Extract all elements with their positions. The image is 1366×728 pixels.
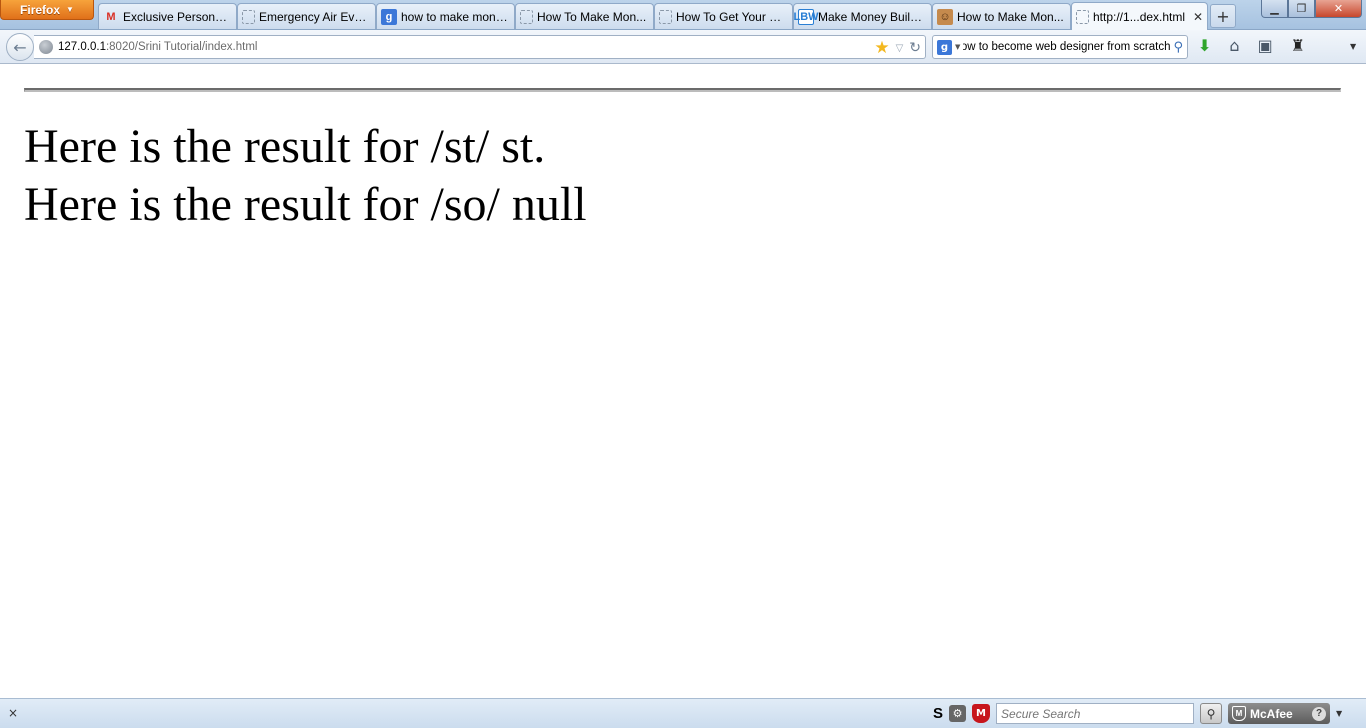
- toolbar-buttons: ⬇ ⌂ ▣ ♜: [1198, 37, 1305, 55]
- gmail-icon: M: [106, 10, 116, 23]
- tab-8-active[interactable]: http://1...dex.html ✕: [1071, 2, 1208, 30]
- chevron-down-icon[interactable]: ▼: [1336, 709, 1342, 718]
- help-icon[interactable]: ?: [1312, 706, 1327, 721]
- reload-icon[interactable]: ↻: [909, 40, 921, 56]
- navigation-toolbar: ← 127.0.0.1:8020/Srini Tutorial/index.ht…: [0, 30, 1366, 64]
- new-tab-button[interactable]: +: [1210, 4, 1236, 28]
- google-icon: g: [381, 8, 397, 25]
- url-path: :8020/Srini Tutorial/index.html: [105, 41, 258, 53]
- firefox-menu-button[interactable]: Firefox ▼: [0, 0, 94, 20]
- mcafee-shield-icon[interactable]: M: [972, 704, 991, 723]
- bookmark-star-icon[interactable]: ★: [874, 38, 889, 58]
- url-host: 127.0.0.1: [58, 41, 106, 53]
- blank-page-icon: [520, 9, 533, 24]
- url-bar-icons: ★ ▽ ↻: [874, 38, 921, 58]
- secure-search-input[interactable]: [996, 703, 1195, 724]
- download-icon[interactable]: ⬇: [1198, 37, 1211, 55]
- chevron-down-icon[interactable]: ▼: [1350, 42, 1356, 51]
- horizontal-rule: [24, 88, 1341, 92]
- shield-icon: M: [1232, 706, 1247, 721]
- tab-1[interactable]: M Exclusive Personal ...: [98, 3, 237, 29]
- search-icon[interactable]: ⚲: [1200, 703, 1223, 724]
- bookmarks-icon[interactable]: ▣: [1258, 37, 1273, 55]
- back-button[interactable]: ←: [6, 33, 34, 61]
- window-controls: ▁ ❐ ✕: [1261, 0, 1362, 18]
- mcafee-label: McAfee: [1250, 706, 1293, 721]
- maximize-button[interactable]: ❐: [1288, 0, 1315, 18]
- tab-strip: Firefox ▼ M Exclusive Personal ... Emerg…: [0, 0, 1366, 30]
- tab-label: How to Make Mon...: [957, 9, 1064, 24]
- tab-4[interactable]: How To Make Mon...: [515, 3, 654, 29]
- globe-icon: [39, 40, 53, 54]
- tab-label: How To Make Mon...: [537, 9, 647, 24]
- tab-label: http://1...dex.html: [1093, 9, 1186, 24]
- blank-page-icon: [242, 9, 255, 24]
- result-text-line-1: Here is the result for /st/ st.: [24, 120, 546, 173]
- history-dropdown-icon[interactable]: ▽: [896, 43, 904, 54]
- tab-2[interactable]: Emergency Air Eva...: [237, 3, 376, 29]
- tab-5[interactable]: How To Get Your Fi...: [654, 3, 793, 29]
- gear-icon[interactable]: ⚙: [949, 705, 967, 722]
- close-icon[interactable]: ×: [8, 706, 18, 720]
- minimize-button[interactable]: ▁: [1261, 0, 1288, 18]
- search-icon[interactable]: ⚲: [1173, 40, 1183, 55]
- firefox-menu-label: Firefox: [20, 2, 61, 17]
- home-icon[interactable]: ⌂: [1229, 37, 1239, 55]
- tab-label: How To Get Your Fi...: [676, 9, 788, 24]
- search-input[interactable]: how to become web designer from scratch: [963, 41, 1170, 53]
- tab-label: Emergency Air Eva...: [259, 9, 371, 24]
- result-text-line-2: Here is the result for /so/ null: [24, 178, 587, 231]
- s-addon-icon[interactable]: S: [933, 705, 943, 722]
- back-arrow-icon: ←: [13, 37, 27, 57]
- status-bar-addons: S ⚙ M ⚲ M McAfee ? ▼: [933, 703, 1342, 724]
- blank-page-icon: [1076, 9, 1089, 24]
- tab-7[interactable]: ☺ How to Make Mon...: [932, 3, 1071, 29]
- tab-label: Exclusive Personal ...: [123, 9, 232, 24]
- plus-icon: +: [1216, 6, 1230, 26]
- chevron-down-icon: ▼: [66, 5, 74, 14]
- tab-6[interactable]: LBW Make Money Buildi...: [793, 3, 932, 29]
- hat-icon[interactable]: ♜: [1291, 37, 1305, 55]
- url-bar[interactable]: 127.0.0.1:8020/Srini Tutorial/index.html…: [34, 35, 926, 59]
- blank-page-icon: [659, 9, 672, 24]
- restore-icon: ❐: [1296, 2, 1307, 15]
- tab-label: how to make mone...: [401, 9, 510, 24]
- minimize-icon: ▁: [1270, 2, 1279, 15]
- search-bar[interactable]: g ▼ how to become web designer from scra…: [932, 35, 1188, 59]
- close-window-button[interactable]: ✕: [1315, 0, 1362, 18]
- status-bar: × S ⚙ M ⚲ M McAfee ? ▼: [0, 698, 1366, 728]
- mcafee-button[interactable]: M McAfee ?: [1228, 703, 1331, 724]
- tab-list: M Exclusive Personal ... Emergency Air E…: [98, 2, 1236, 30]
- google-icon[interactable]: g: [937, 39, 952, 55]
- page-content: Here is the result for /st/ st. Here is …: [0, 64, 1366, 698]
- lbw-icon: LBW: [793, 8, 819, 25]
- tab-3[interactable]: g how to make mone...: [376, 3, 515, 29]
- close-icon: ✕: [1333, 2, 1344, 15]
- tab-label: Make Money Buildi...: [818, 9, 927, 24]
- face-icon: ☺: [937, 8, 953, 25]
- chevron-down-icon[interactable]: ▼: [955, 43, 960, 51]
- close-tab-icon[interactable]: ✕: [1193, 10, 1203, 24]
